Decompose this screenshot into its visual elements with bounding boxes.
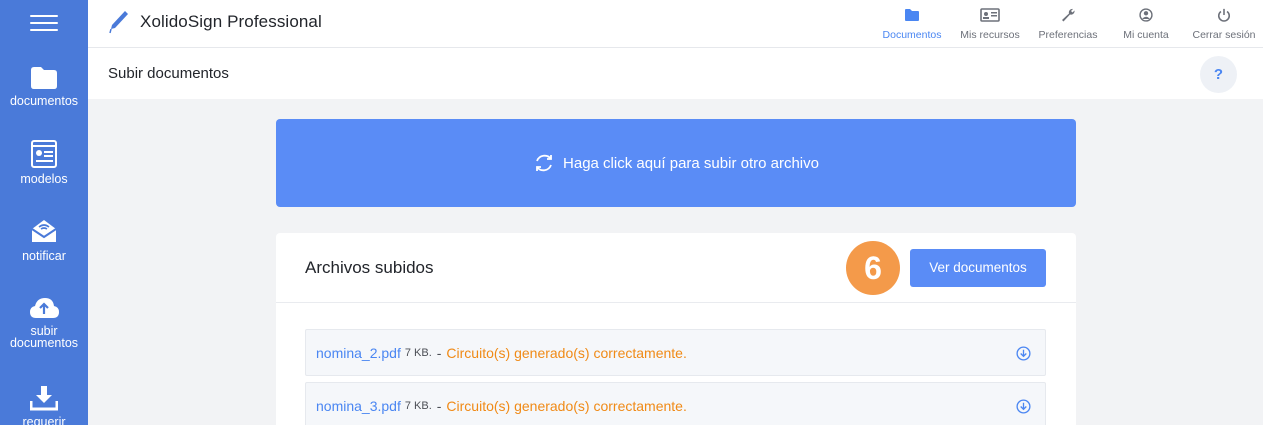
app-title: XolidoSign Professional [140, 12, 322, 31]
upload-label: Haga click aquí para subir otro archivo [563, 154, 819, 172]
file-name-link[interactable]: nomina_2.pdf [316, 345, 401, 361]
sidebar-item-notificar[interactable]: notificar [0, 217, 88, 262]
user-circle-icon [1139, 8, 1153, 22]
sidebar-item-label: subir documentos [9, 324, 79, 350]
file-row: nomina_2.pdf 7 KB. - Circuito(s) generad… [305, 329, 1046, 376]
card-header: Archivos subidos 6 Ver documentos [276, 233, 1076, 303]
file-size: 7 KB. [404, 346, 432, 359]
folder-icon [905, 9, 919, 21]
uploaded-files-card: Archivos subidos 6 Ver documentos nomina… [276, 233, 1076, 425]
nav-documentos[interactable]: Documentos [873, 0, 951, 48]
envelope-notify-icon [31, 220, 57, 242]
download-circle-icon[interactable] [1016, 346, 1031, 361]
wrench-icon [1062, 8, 1075, 22]
sidebar-item-label: notificar [22, 249, 66, 263]
sidebar-item-documentos[interactable]: documentos [0, 66, 88, 107]
sidebar-item-label: modelos [20, 172, 68, 186]
top-navigation: Documentos Mis recursos Preferencias Mi … [873, 0, 1263, 48]
upload-another-file-button[interactable]: Haga click aquí para subir otro archivo [276, 119, 1076, 207]
sidebar-item-label: requerir [22, 415, 66, 425]
step-number-badge: 6 [846, 241, 900, 295]
refresh-icon [536, 154, 552, 172]
download-tray-icon [30, 386, 58, 411]
template-icon [31, 140, 57, 168]
id-card-icon [980, 8, 1000, 22]
nav-mis-recursos[interactable]: Mis recursos [951, 0, 1029, 48]
folder-icon [31, 67, 57, 89]
view-documents-button[interactable]: Ver documentos [910, 249, 1046, 287]
card-title: Archivos subidos [305, 258, 434, 277]
nav-cerrar-sesion[interactable]: Cerrar sesión [1185, 0, 1263, 48]
file-row: nomina_3.pdf 7 KB. - Circuito(s) generad… [305, 382, 1046, 425]
file-size: 7 KB. [404, 399, 432, 412]
separator: - [436, 344, 442, 361]
pen-logo-icon [109, 11, 128, 34]
topbar: XolidoSign Professional Documentos Mis r… [88, 0, 1263, 48]
cloud-upload-icon [30, 298, 59, 318]
hamburger-menu-icon[interactable] [30, 10, 58, 36]
brand: XolidoSign Professional [108, 9, 322, 35]
file-name-link[interactable]: nomina_3.pdf [316, 398, 401, 414]
nav-preferencias[interactable]: Preferencias [1029, 0, 1107, 48]
page-title: Subir documentos [108, 65, 229, 82]
sidebar-item-modelos[interactable]: modelos [0, 140, 88, 185]
power-icon [1218, 8, 1230, 22]
nav-mi-cuenta[interactable]: Mi cuenta [1107, 0, 1185, 48]
help-button[interactable]: ? [1200, 56, 1237, 93]
sidebar-item-label: documentos [9, 94, 79, 108]
download-circle-icon[interactable] [1016, 399, 1031, 414]
sidebar-item-requerir[interactable]: requerir [0, 385, 88, 425]
file-status: Circuito(s) generado(s) correctamente. [446, 344, 687, 361]
sidebar: documentos modelos notificar subir docum… [0, 0, 88, 425]
separator: - [436, 397, 442, 414]
sidebar-item-subir-documentos[interactable]: subir documentos [0, 296, 88, 349]
page-header: Subir documentos ? [88, 48, 1263, 99]
file-status: Circuito(s) generado(s) correctamente. [446, 397, 687, 414]
